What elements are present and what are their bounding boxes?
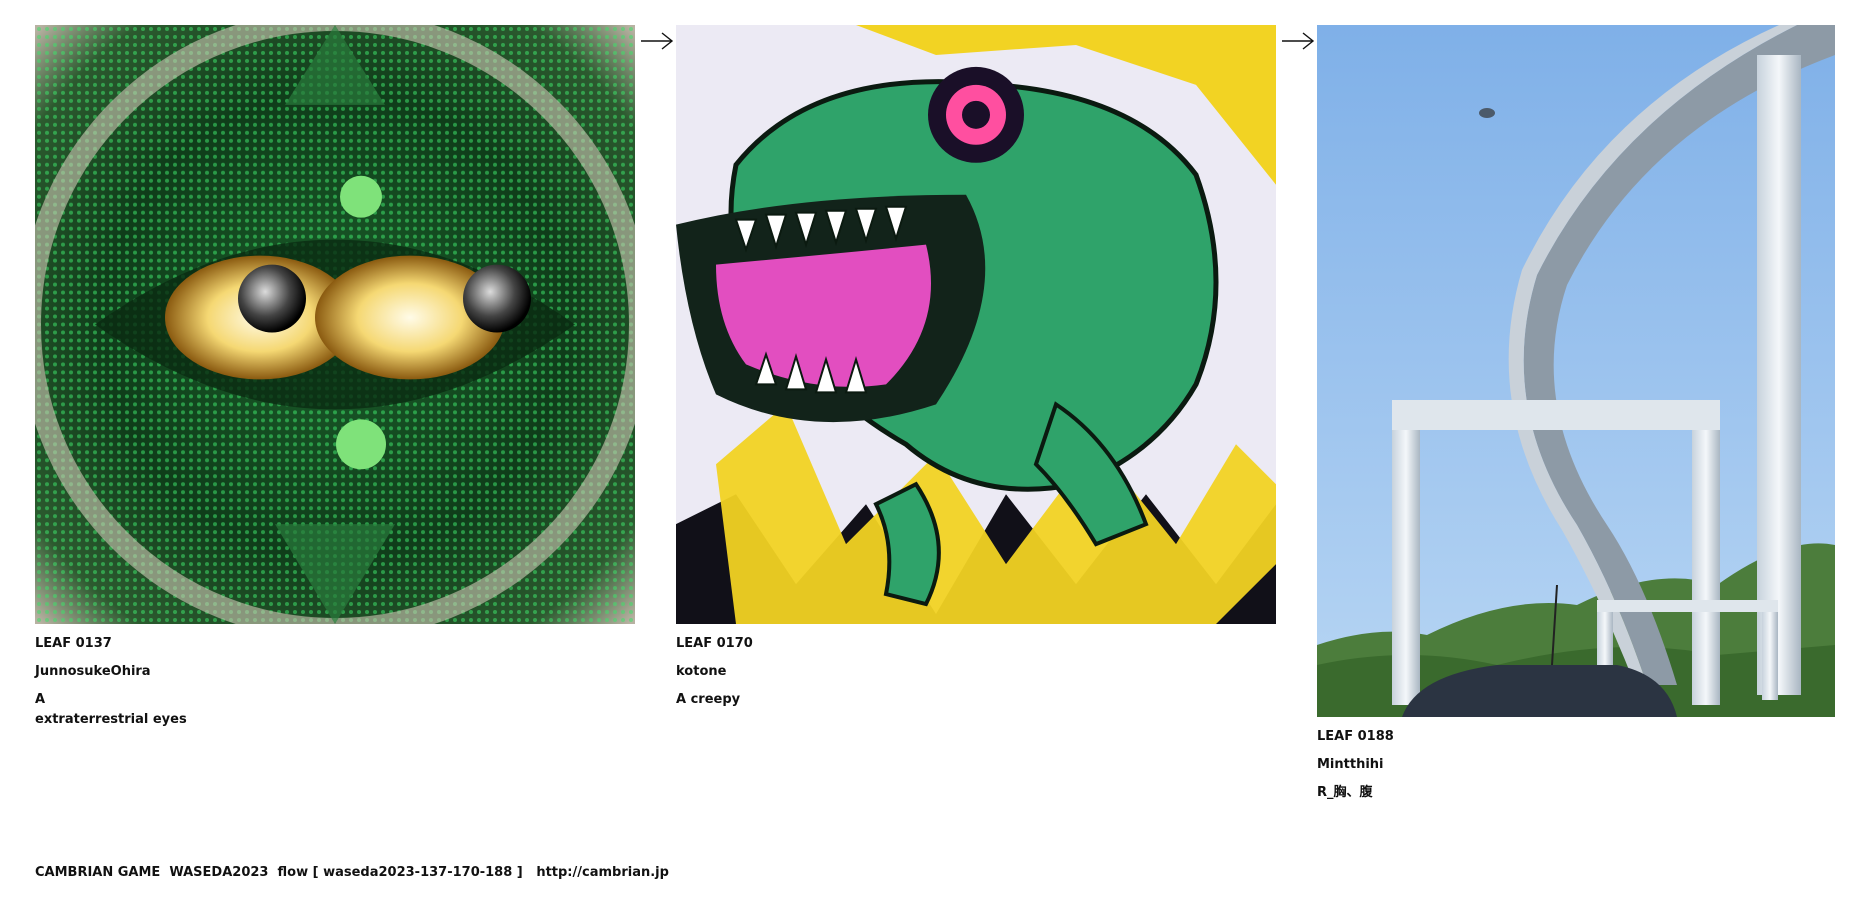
footer: CAMBRIAN GAME WASEDA2023 flow [ waseda20…	[35, 865, 669, 880]
leaf-id: LEAF 0137	[35, 636, 112, 651]
leaf-description: R_胸、腹	[1317, 783, 1835, 803]
leaf-image-0170[interactable]	[676, 25, 1276, 624]
leaf-description-line: R_胸、腹	[1317, 785, 1373, 800]
leaf-description-line: A creepy	[676, 692, 741, 707]
footer-link[interactable]: http://cambrian.jp	[536, 865, 669, 880]
leaf-card: LEAF 0170 kotone A creepy	[676, 25, 1276, 710]
leaf-id: LEAF 0188	[1317, 729, 1394, 744]
leaf-id: LEAF 0170	[676, 636, 753, 651]
leaf-description-line: extraterrestrial eyes	[35, 712, 187, 727]
leaf-image-0137[interactable]	[35, 25, 635, 624]
leaf-image-0188[interactable]	[1317, 25, 1835, 717]
arrow-right-icon	[1281, 30, 1315, 52]
footer-text: CAMBRIAN GAME WASEDA2023 flow [ waseda20…	[35, 865, 537, 880]
arrow-right-icon	[640, 30, 674, 52]
leaf-description-line: A	[35, 692, 46, 707]
leaf-description: A extraterrestrial eyes	[35, 690, 635, 730]
leaf-author: Mintthihi	[1317, 757, 1384, 772]
leaf-author: JunnosukeOhira	[35, 664, 151, 679]
leaf-card: LEAF 0188 Mintthihi R_胸、腹	[1317, 25, 1835, 803]
leaf-card: LEAF 0137 JunnosukeOhira A extraterrestr…	[35, 25, 635, 730]
leaf-description: A creepy	[676, 690, 1276, 710]
leaf-author: kotone	[676, 664, 727, 679]
